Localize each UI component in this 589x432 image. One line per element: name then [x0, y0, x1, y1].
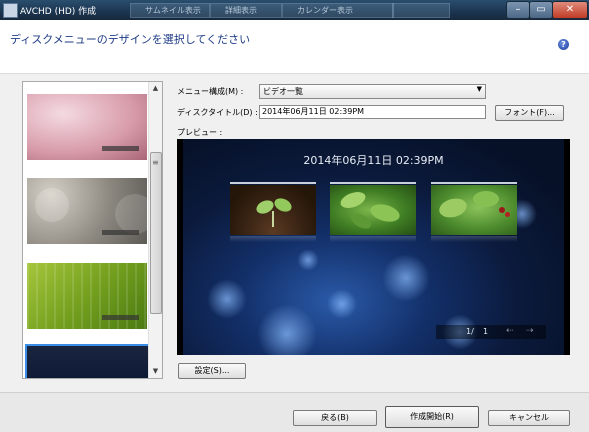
page-total: 1	[483, 327, 489, 336]
design-list[interactable]: ▲ ≡ ▼	[22, 81, 163, 379]
design-thumbnail-blue-selected[interactable]	[25, 344, 151, 378]
window-title: AVCHD (HD) 作成	[20, 7, 97, 17]
video-thumbnail-leaves	[330, 185, 416, 235]
preview-pager: 1/ 1 ⇠ ⇢	[436, 325, 546, 339]
preview-border-left	[177, 139, 183, 355]
cancel-button[interactable]: キャンセル	[488, 410, 570, 426]
design-thumbnail-pink[interactable]	[27, 94, 147, 160]
disc-title-input[interactable]	[259, 105, 486, 119]
menu-layout-label: メニュー構成(M) :	[177, 87, 244, 96]
scroll-up-icon[interactable]: ▲	[149, 82, 162, 95]
preview-title-text: 2014年06月11日 02:39PM	[303, 154, 444, 167]
minimize-button[interactable]: –	[506, 1, 530, 19]
chevron-down-icon: ▼	[476, 85, 482, 93]
menu-layout-select[interactable]: ビデオ一覧 ▼	[259, 84, 486, 99]
video-thumbnail-berries	[431, 185, 517, 235]
thumb-frame-line	[431, 182, 517, 184]
settings-button[interactable]: 設定(S)...	[178, 363, 246, 379]
taskbar-item-blank	[392, 3, 450, 18]
arrow-right-icon: ⇢	[526, 326, 534, 336]
design-thumbnail-gray[interactable]	[27, 178, 147, 244]
taskbar-item: 詳細表示	[210, 3, 282, 18]
scroll-thumb[interactable]	[150, 152, 162, 314]
dialog-header: ディスクメニューのデザインを選択してください ?	[0, 20, 589, 74]
thumb-frame-line	[230, 182, 316, 184]
font-button[interactable]: フォント(F)...	[495, 105, 564, 121]
menu-layout-value: ビデオ一覧	[263, 87, 303, 96]
arrow-left-icon: ⇠	[506, 326, 514, 336]
app-icon	[3, 3, 18, 18]
maximize-button[interactable]: ▭	[529, 1, 553, 19]
close-button[interactable]: ✕	[552, 1, 588, 19]
help-icon[interactable]: ?	[558, 39, 569, 50]
scroll-down-icon[interactable]: ▼	[149, 365, 162, 378]
design-list-scrollbar[interactable]: ▲ ≡ ▼	[148, 82, 162, 378]
page-title: ディスクメニューのデザインを選択してください	[10, 33, 251, 46]
taskbar-item: サムネイル表示	[130, 3, 210, 18]
page-current: 1/	[466, 327, 474, 336]
grip-icon: ≡	[152, 158, 159, 167]
back-button[interactable]: 戻る(B)	[293, 410, 377, 426]
title-bar: AVCHD (HD) 作成 サムネイル表示 詳細表示 カレンダー表示 – ▭ ✕	[0, 0, 589, 20]
preview-label: プレビュー :	[177, 128, 223, 137]
start-create-button[interactable]: 作成開始(R)	[385, 406, 479, 428]
taskbar-item: カレンダー表示	[282, 3, 394, 18]
preview-border-right	[564, 139, 570, 355]
thumb-frame-line	[330, 182, 416, 184]
menu-preview: 2014年06月11日 02:39PM 1/ 1 ⇠ ⇢	[177, 139, 570, 355]
video-thumbnail-seedling	[230, 185, 316, 235]
disc-title-label: ディスクタイトル(D) :	[177, 108, 258, 117]
design-thumbnail-green[interactable]	[27, 263, 147, 329]
